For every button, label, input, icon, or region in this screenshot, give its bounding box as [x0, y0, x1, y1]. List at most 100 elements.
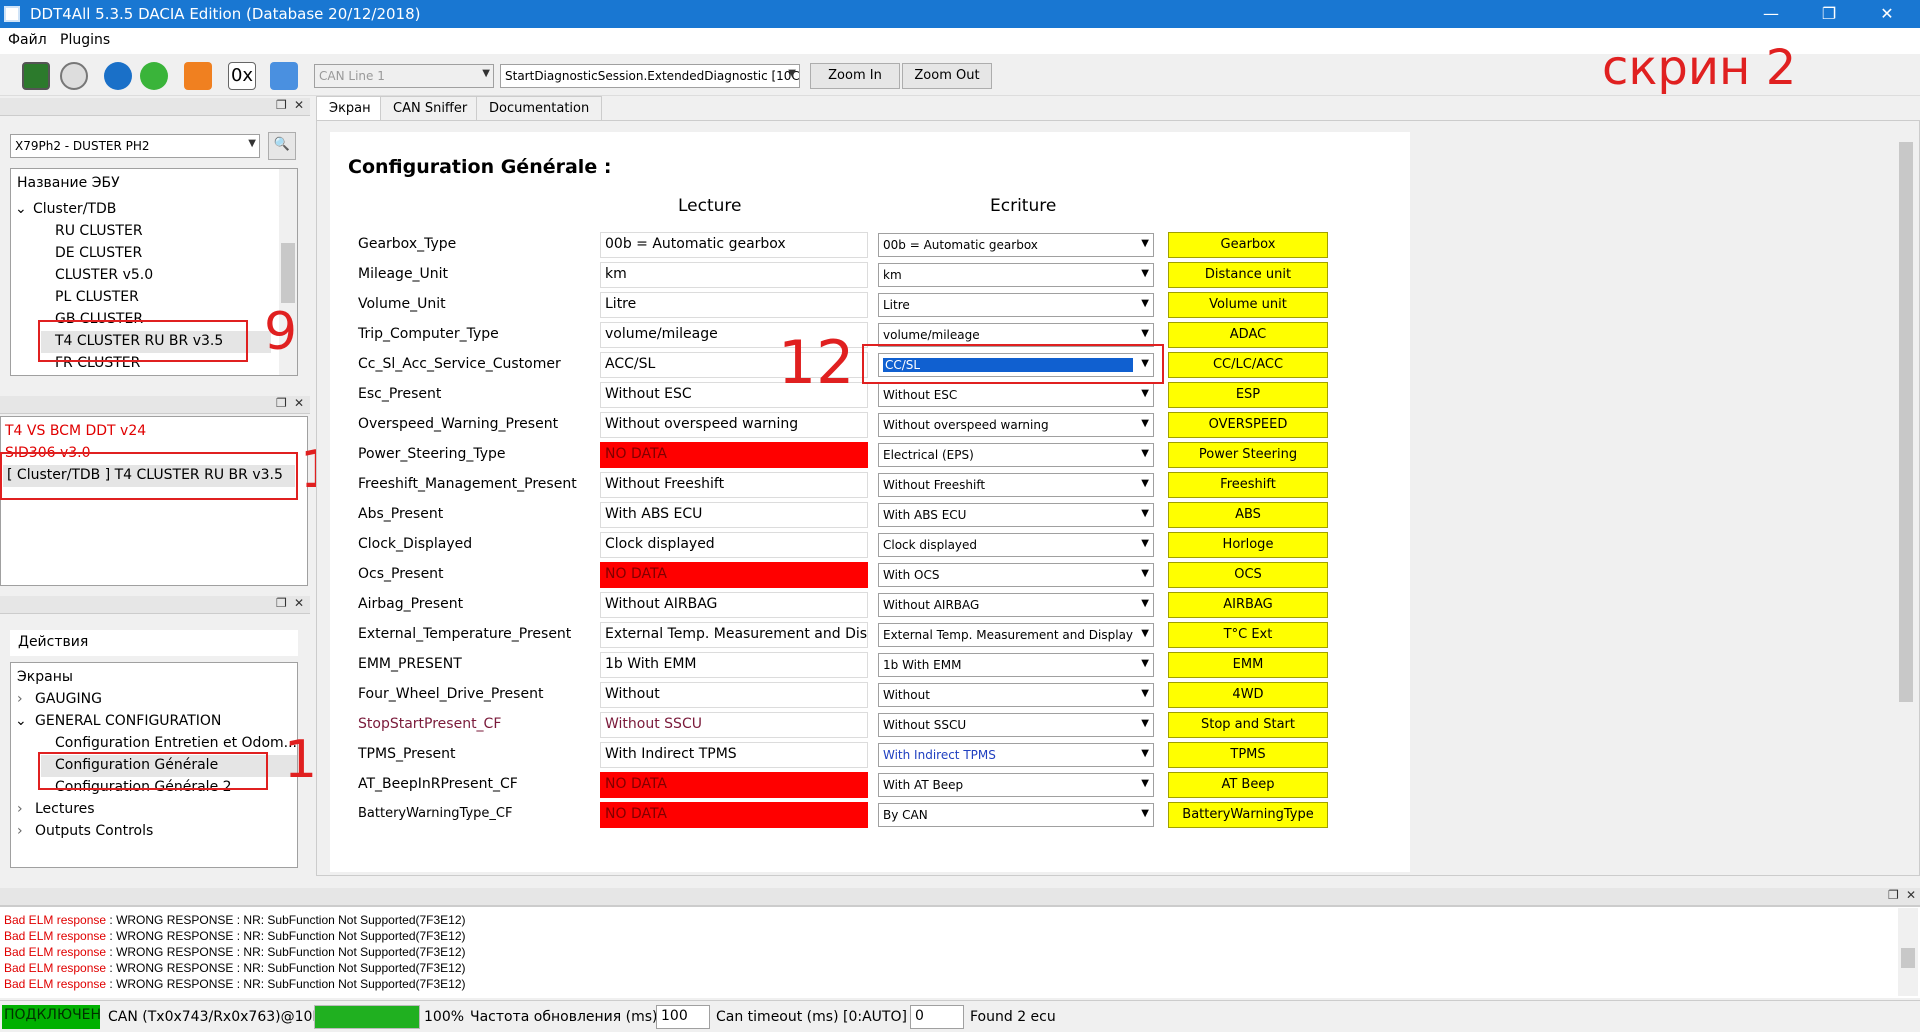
ecriture-value: Without SSCU [883, 718, 967, 732]
write-button[interactable]: ESP [1168, 382, 1328, 408]
minimize-icon[interactable]: — [1742, 0, 1800, 28]
ecriture-select[interactable]: With OCS ▼ [878, 563, 1154, 587]
write-button[interactable]: Distance unit [1168, 262, 1328, 288]
menu-file[interactable]: Файл [8, 32, 47, 48]
log-scrollbar[interactable] [1898, 908, 1918, 996]
scrollbar-thumb[interactable] [1901, 948, 1915, 968]
tree-item[interactable]: Configuration Entretien et Odom... [55, 735, 297, 751]
ecriture-select[interactable]: 1b With EMM ▼ [878, 653, 1154, 677]
write-button[interactable]: T°C Ext [1168, 622, 1328, 648]
write-button[interactable]: Horloge [1168, 532, 1328, 558]
scrollbar-thumb[interactable] [281, 243, 295, 303]
tree-item[interactable]: Lectures [35, 801, 95, 817]
ecriture-select[interactable]: With ABS ECU ▼ [878, 503, 1154, 527]
write-button[interactable]: Freeshift [1168, 472, 1328, 498]
lecture-field: Clock displayed [600, 532, 868, 558]
ecriture-select[interactable]: Without Freeshift ▼ [878, 473, 1154, 497]
list-item[interactable]: T4 VS BCM DDT v24 [5, 423, 146, 439]
tree-item[interactable]: PL CLUSTER [55, 289, 139, 305]
write-button[interactable]: Power Steering [1168, 442, 1328, 468]
tree-item[interactable]: GENERAL CONFIGURATION [35, 713, 221, 729]
refresh-icon[interactable] [104, 62, 132, 90]
ecriture-select[interactable]: Without ▼ [878, 683, 1154, 707]
tree-item[interactable]: CLUSTER v5.0 [55, 267, 153, 283]
write-button[interactable]: AIRBAG [1168, 592, 1328, 618]
hex-icon[interactable]: 0x [228, 62, 256, 90]
close-icon[interactable]: ✕ [294, 596, 304, 610]
write-button[interactable]: Gearbox [1168, 232, 1328, 258]
screen-scrollbar[interactable] [1896, 122, 1916, 872]
ecriture-select[interactable]: Litre ▼ [878, 293, 1154, 317]
scan-icon[interactable] [60, 62, 88, 90]
chevron-down-icon[interactable]: ⌄ [15, 713, 27, 729]
ecriture-select[interactable]: Without SSCU ▼ [878, 713, 1154, 737]
zoom-out-button[interactable]: Zoom Out [902, 63, 992, 89]
ecriture-value: Electrical (EPS) [883, 448, 974, 462]
menu-plugins[interactable]: Plugins [60, 32, 110, 48]
tree-item[interactable]: Outputs Controls [35, 823, 153, 839]
monitor-icon[interactable] [22, 62, 50, 90]
ecriture-select[interactable]: External Temp. Measurement and Display ▼ [878, 623, 1154, 647]
refresh-rate-stepper[interactable]: 100 [656, 1005, 710, 1029]
write-button[interactable]: 4WD [1168, 682, 1328, 708]
tree-group-cluster[interactable]: Cluster/TDB [33, 201, 116, 217]
write-button[interactable]: ABS [1168, 502, 1328, 528]
tab-screen[interactable]: Экран [316, 96, 384, 120]
write-button[interactable]: EMM [1168, 652, 1328, 678]
reload-icon[interactable] [140, 62, 168, 90]
chevron-down-icon: ▼ [1141, 448, 1149, 459]
zoom-in-button[interactable]: Zoom In [810, 63, 900, 89]
lecture-field: km [600, 262, 868, 288]
float-icon[interactable]: ❐ [276, 98, 287, 112]
scrollbar-thumb[interactable] [1899, 142, 1913, 702]
tab-can-sniffer[interactable]: CAN Sniffer [380, 96, 481, 120]
ecriture-select[interactable]: By CAN ▼ [878, 803, 1154, 827]
write-button[interactable]: ADAC [1168, 322, 1328, 348]
can-line-select[interactable]: CAN Line 1 ▼ [314, 64, 494, 88]
restore-icon[interactable]: ❐ [1800, 0, 1858, 28]
ecriture-select[interactable]: With Indirect TPMS ▼ [878, 743, 1154, 767]
chevron-right-icon[interactable]: › [17, 691, 23, 707]
ecu-project-select[interactable]: X79Ph2 - DUSTER PH2 ▼ [10, 134, 260, 158]
lecture-field: 1b With EMM [600, 652, 868, 678]
ecriture-select[interactable]: With AT Beep ▼ [878, 773, 1154, 797]
network-icon[interactable] [270, 62, 298, 90]
write-button[interactable]: TPMS [1168, 742, 1328, 768]
session-select[interactable]: StartDiagnosticSession.ExtendedDiagnosti… [500, 64, 800, 88]
page-title: Configuration Générale : [348, 156, 612, 178]
search-ecu-button[interactable]: 🔍 [268, 132, 296, 160]
tree-item[interactable]: GAUGING [35, 691, 102, 707]
timeout-stepper[interactable]: 0 [910, 1005, 964, 1029]
ecriture-select[interactable]: Without ESC ▼ [878, 383, 1154, 407]
chevron-right-icon[interactable]: › [17, 801, 23, 817]
ecriture-select[interactable]: Clock displayed ▼ [878, 533, 1154, 557]
close-icon[interactable]: ✕ [294, 396, 304, 410]
write-button[interactable]: Stop and Start [1168, 712, 1328, 738]
write-button[interactable]: CC/LC/ACC [1168, 352, 1328, 378]
chevron-down-icon[interactable]: ⌄ [15, 201, 27, 217]
write-button[interactable]: OVERSPEED [1168, 412, 1328, 438]
close-icon[interactable]: ✕ [1858, 0, 1916, 28]
write-button[interactable]: OCS [1168, 562, 1328, 588]
float-icon[interactable]: ❐ [1888, 888, 1899, 902]
close-icon[interactable]: ✕ [1906, 888, 1916, 902]
tab-documentation[interactable]: Documentation [476, 96, 603, 120]
ecriture-select[interactable]: Without overspeed warning ▼ [878, 413, 1154, 437]
close-icon[interactable]: ✕ [294, 98, 304, 112]
float-icon[interactable]: ❐ [276, 596, 287, 610]
tree-item[interactable]: DE CLUSTER [55, 245, 142, 261]
float-icon[interactable]: ❐ [276, 396, 287, 410]
row-label: Esc_Present [358, 386, 442, 402]
ecriture-select[interactable]: Without AIRBAG ▼ [878, 593, 1154, 617]
lecture-field: 00b = Automatic gearbox [600, 232, 868, 258]
write-button[interactable]: Volume unit [1168, 292, 1328, 318]
ecriture-select[interactable]: km ▼ [878, 263, 1154, 287]
tree-item[interactable]: RU CLUSTER [55, 223, 143, 239]
write-button[interactable]: BatteryWarningType [1168, 802, 1328, 828]
ecriture-select[interactable]: 00b = Automatic gearbox ▼ [878, 233, 1154, 257]
chevron-down-icon: ▼ [1141, 748, 1149, 759]
chevron-right-icon[interactable]: › [17, 823, 23, 839]
write-button[interactable]: AT Beep [1168, 772, 1328, 798]
heartbeat-icon[interactable] [184, 62, 212, 90]
ecriture-select[interactable]: Electrical (EPS) ▼ [878, 443, 1154, 467]
